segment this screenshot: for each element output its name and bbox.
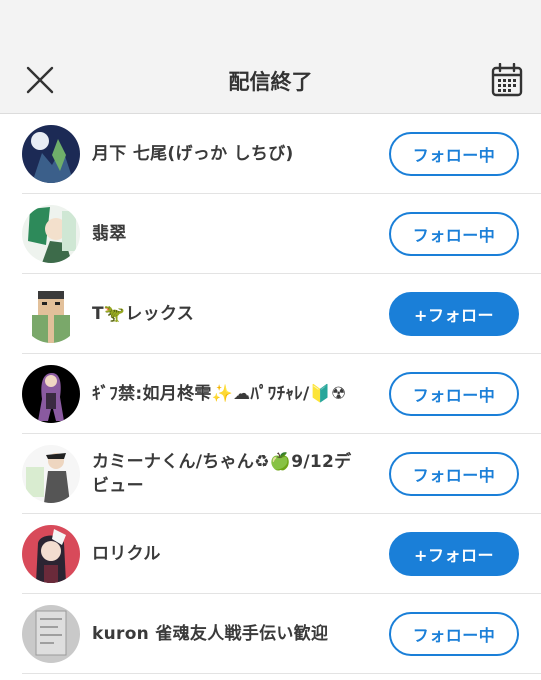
user-name: T🦖レックス: [92, 303, 195, 324]
follow-button[interactable]: +フォロー: [389, 532, 519, 576]
user-name: カミーナくん/ちゃん♻🍏9/12デビュー: [92, 451, 352, 496]
list-item[interactable]: kuron 雀魂友人戦手伝い歓迎 フォロー中: [22, 594, 541, 674]
user-name: 翡翠: [92, 223, 127, 244]
list-item[interactable]: 翡翠 フォロー中: [22, 194, 541, 274]
avatar[interactable]: [22, 444, 80, 503]
calendar-icon: [491, 62, 523, 97]
page-title: 配信終了: [228, 70, 313, 94]
top-bar: 配信終了: [0, 40, 541, 114]
list-item[interactable]: カミーナくん/ちゃん♻🍏9/12デビュー フォロー中: [22, 434, 541, 514]
list-item[interactable]: T🦖レックス +フォロー: [22, 274, 541, 354]
list-item[interactable]: ロリクル +フォロー: [22, 514, 541, 594]
avatar[interactable]: [22, 284, 80, 343]
following-button[interactable]: フォロー中: [389, 612, 519, 656]
calendar-button[interactable]: [491, 62, 523, 97]
following-button[interactable]: フォロー中: [389, 372, 519, 416]
user-list: 月下 七尾(げっか しちび) フォロー中 翡翠 フォロー中 T🦖レックス +フォ…: [0, 114, 541, 674]
status-bar-area: [0, 0, 541, 40]
user-name: ｷﾞﾌ禁:如月柊雫✨☁ﾊﾟﾜﾁｬﾚ/🔰☢: [92, 383, 347, 404]
follow-button[interactable]: +フォロー: [389, 292, 519, 336]
following-button[interactable]: フォロー中: [389, 452, 519, 496]
user-name: ロリクル: [92, 543, 161, 564]
following-button[interactable]: フォロー中: [389, 212, 519, 256]
avatar[interactable]: [22, 524, 80, 583]
list-item[interactable]: 月下 七尾(げっか しちび) フォロー中: [22, 114, 541, 194]
avatar[interactable]: [22, 204, 80, 263]
user-name: kuron 雀魂友人戦手伝い歓迎: [92, 623, 329, 644]
following-button[interactable]: フォロー中: [389, 132, 519, 176]
avatar[interactable]: [22, 364, 80, 423]
list-item[interactable]: ｷﾞﾌ禁:如月柊雫✨☁ﾊﾟﾜﾁｬﾚ/🔰☢ フォロー中: [22, 354, 541, 434]
avatar[interactable]: [22, 604, 80, 663]
avatar[interactable]: [22, 124, 80, 183]
user-name: 月下 七尾(げっか しちび): [92, 143, 294, 164]
